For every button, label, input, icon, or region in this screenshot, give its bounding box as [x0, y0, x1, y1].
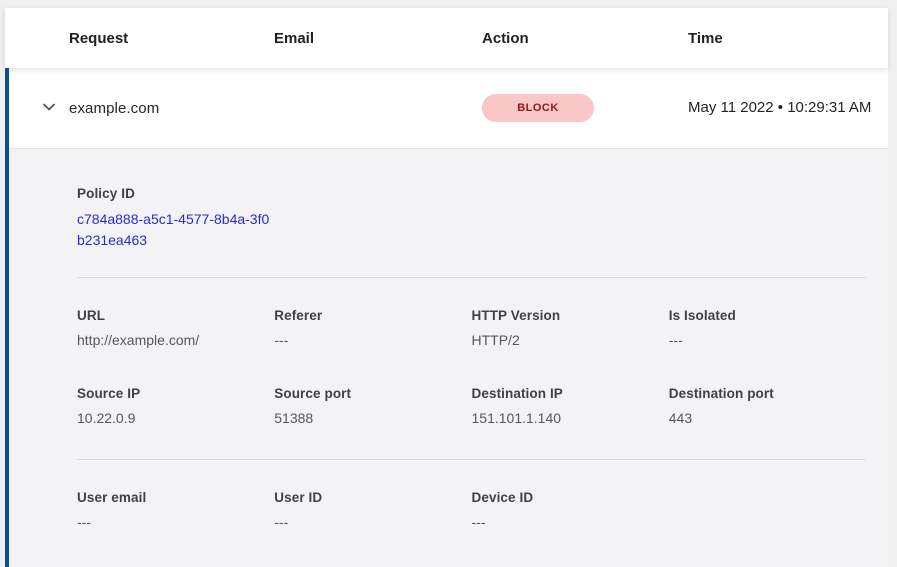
action-cell: BLOCK	[482, 94, 688, 122]
field-label: HTTP Version	[472, 308, 669, 323]
field-label: Destination IP	[472, 386, 669, 401]
divider	[77, 277, 866, 278]
divider	[77, 459, 866, 460]
field-label: URL	[77, 308, 274, 323]
details-grid-row-1: URL http://example.com/ Referer --- HTTP…	[77, 308, 866, 348]
field-label: Destination port	[669, 386, 866, 401]
field-value: ---	[669, 332, 866, 348]
field-url: URL http://example.com/	[77, 308, 274, 348]
field-value: ---	[77, 514, 274, 530]
field-value: HTTP/2	[472, 332, 669, 348]
field-device-id: Device ID ---	[472, 490, 669, 530]
field-source-ip: Source IP 10.22.0.9	[77, 386, 274, 426]
log-table: Request Email Action Time example.com BL…	[5, 8, 888, 567]
column-header-request: Request	[69, 30, 274, 47]
block-action-badge: BLOCK	[482, 94, 594, 122]
details-grid-row-3: User email --- User ID --- Device ID ---	[77, 490, 866, 530]
field-label: Referer	[274, 308, 471, 323]
policy-id-link[interactable]: c784a888-a5c1-4577-8b4a-3f0b231ea463	[77, 209, 272, 251]
field-label: User ID	[274, 490, 471, 505]
policy-id-label: Policy ID	[77, 186, 866, 201]
field-label: Is Isolated	[669, 308, 866, 323]
field-value: ---	[472, 514, 669, 530]
field-source-port: Source port 51388	[274, 386, 471, 426]
field-http-version: HTTP Version HTTP/2	[472, 308, 669, 348]
field-user-id: User ID ---	[274, 490, 471, 530]
grid-spacer	[669, 490, 866, 530]
field-user-email: User email ---	[77, 490, 274, 530]
field-destination-ip: Destination IP 151.101.1.140	[472, 386, 669, 426]
column-header-email: Email	[274, 30, 482, 47]
column-header-action: Action	[482, 30, 688, 47]
request-cell: example.com	[69, 100, 274, 117]
field-label: Device ID	[472, 490, 669, 505]
collapse-row-button[interactable]	[41, 99, 57, 118]
field-value: 51388	[274, 410, 471, 426]
column-header-time: Time	[688, 30, 888, 47]
field-value: ---	[274, 514, 471, 530]
field-value: http://example.com/	[77, 332, 274, 348]
field-value: 10.22.0.9	[77, 410, 274, 426]
field-label: Source port	[274, 386, 471, 401]
field-label: User email	[77, 490, 274, 505]
policy-section: Policy ID c784a888-a5c1-4577-8b4a-3f0b23…	[77, 186, 866, 251]
table-header-row: Request Email Action Time	[5, 8, 888, 68]
row-details-panel: Policy ID c784a888-a5c1-4577-8b4a-3f0b23…	[9, 149, 888, 567]
expanded-row-group: example.com BLOCK May 11 2022 • 10:29:31…	[5, 68, 888, 567]
field-value: 151.101.1.140	[472, 410, 669, 426]
field-referer: Referer ---	[274, 308, 471, 348]
chevron-down-icon	[41, 99, 57, 118]
field-value: 443	[669, 410, 866, 426]
table-row[interactable]: example.com BLOCK May 11 2022 • 10:29:31…	[9, 68, 888, 149]
field-value: ---	[274, 332, 471, 348]
field-is-isolated: Is Isolated ---	[669, 308, 866, 348]
field-label: Source IP	[77, 386, 274, 401]
time-cell: May 11 2022 • 10:29:31 AM	[688, 96, 888, 120]
details-grid-row-2: Source IP 10.22.0.9 Source port 51388 De…	[77, 386, 866, 426]
field-destination-port: Destination port 443	[669, 386, 866, 426]
